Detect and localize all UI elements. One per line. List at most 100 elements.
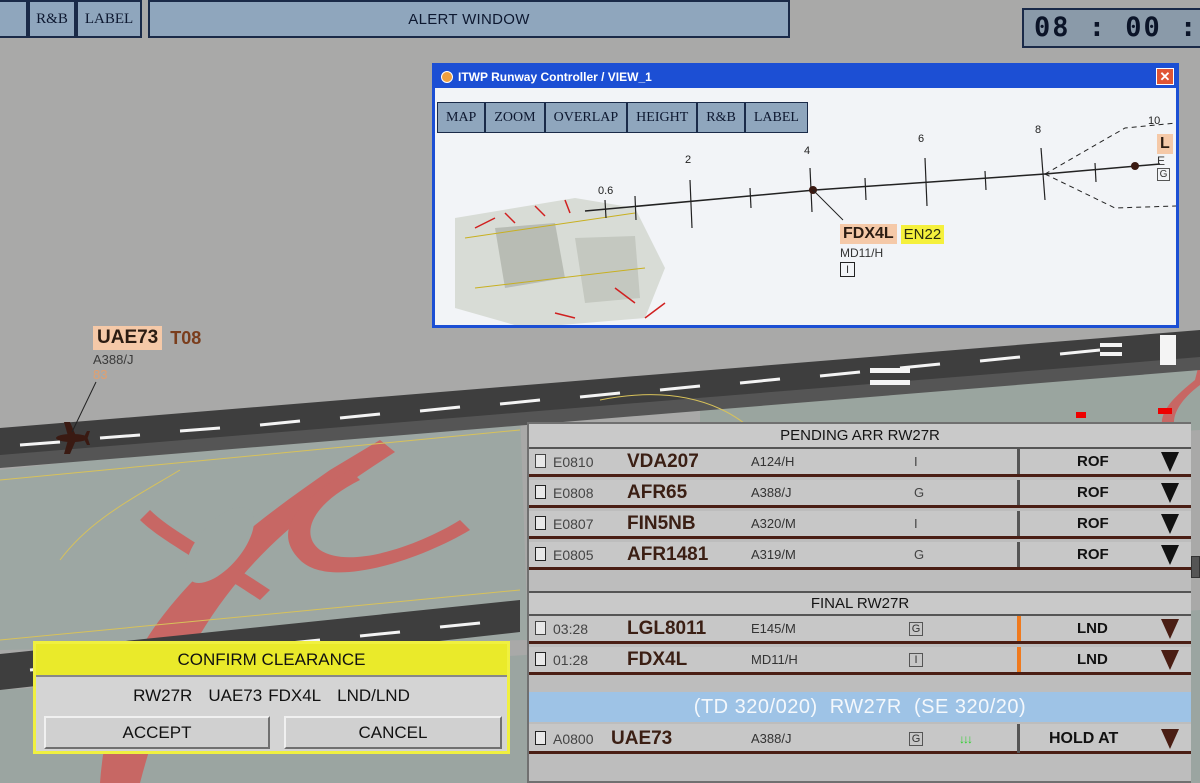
triangle-down-icon[interactable]: [1161, 449, 1179, 474]
view-box: I: [840, 262, 855, 277]
row-code: E0810: [553, 453, 594, 470]
triangle-down-icon[interactable]: [1161, 480, 1179, 505]
row-code: E0807: [553, 515, 594, 532]
row-type: A319/M: [751, 547, 796, 562]
pending-row[interactable]: E0807 FIN5NB A320/M I ROF: [529, 511, 1191, 539]
close-icon[interactable]: ✕: [1156, 68, 1174, 85]
row-checkbox[interactable]: [535, 621, 546, 635]
row-mark-box: G: [909, 616, 923, 641]
svg-text:0.6: 0.6: [598, 185, 613, 197]
row-type: MD11/H: [751, 652, 798, 667]
label-button[interactable]: LABEL: [76, 0, 142, 38]
view-tag: EN22: [900, 224, 945, 244]
radar-aircraft-label[interactable]: UAE73 T08 A388/J 83: [93, 326, 201, 382]
row-mark-box: G: [909, 724, 923, 753]
itwp-titlebar[interactable]: ITWP Runway Controller / VIEW_1 ✕: [435, 66, 1176, 88]
row-code: 01:28: [553, 651, 589, 668]
confirm-callsign2: FDX4L: [268, 686, 322, 705]
itwp-window[interactable]: ITWP Runway Controller / VIEW_1 ✕ MAP ZO…: [432, 63, 1179, 328]
airport-ground-map: [455, 198, 666, 325]
clock: 08 : 00 : 30: [1022, 8, 1200, 48]
pending-header: PENDING ARR RW27R: [529, 424, 1191, 449]
triangle-down-icon[interactable]: [1161, 511, 1179, 536]
row-mark: I: [914, 454, 918, 469]
descent-arrows-icon: ↓↓↓: [959, 731, 973, 746]
radar-callsign[interactable]: UAE73: [93, 326, 163, 350]
app-icon: [441, 71, 453, 83]
row-status[interactable]: HOLD AT: [1049, 724, 1118, 753]
toolbar-button-partial[interactable]: [0, 0, 28, 38]
row-status[interactable]: LND: [1077, 647, 1108, 672]
row-status[interactable]: ROF: [1077, 480, 1109, 505]
row-checkbox[interactable]: [535, 485, 546, 499]
accept-button[interactable]: ACCEPT: [44, 716, 270, 749]
row-type: A388/J: [751, 485, 792, 500]
row-type: A388/J: [751, 731, 792, 746]
row-mark: I: [914, 516, 918, 531]
row-callsign[interactable]: AFR1481: [627, 542, 708, 567]
final-indicator: [1017, 647, 1021, 672]
triangle-down-icon[interactable]: [1161, 616, 1179, 641]
view-aircraft-label[interactable]: FDX4L EN22 MD11/H I: [840, 224, 945, 277]
row-type: E145/M: [751, 621, 796, 636]
alert-window-label: ALERT WINDOW: [408, 10, 530, 28]
svg-text:2: 2: [685, 154, 691, 166]
row-mark-box: I: [909, 647, 923, 672]
row-status[interactable]: ROF: [1077, 449, 1109, 474]
stop-bar: [1158, 408, 1172, 414]
final-row[interactable]: 03:28 LGL8011 E145/M G LND: [529, 616, 1191, 644]
row-checkbox[interactable]: [535, 731, 546, 745]
final-header: FINAL RW27R: [529, 591, 1191, 616]
radar-type: A388/J: [93, 352, 134, 367]
fdx4l-leader: [812, 189, 844, 221]
radar-tag: T08: [170, 327, 202, 348]
row-mark: G: [914, 485, 925, 500]
triangle-down-icon[interactable]: [1161, 542, 1179, 567]
row-status[interactable]: ROF: [1077, 542, 1109, 567]
row-mark: G: [914, 547, 925, 562]
row-checkbox[interactable]: [535, 547, 546, 561]
confirm-runway: RW27R: [133, 686, 193, 705]
row-code: E0808: [553, 484, 594, 501]
final-row[interactable]: 01:28 FDX4L MD11/H I LND: [529, 647, 1191, 675]
row-callsign[interactable]: VDA207: [627, 449, 699, 474]
alert-window[interactable]: ALERT WINDOW: [148, 0, 790, 38]
final-indicator: [1017, 616, 1021, 641]
confirm-callsign1: UAE73: [208, 686, 263, 705]
edge-aircraft-label: L E G: [1157, 134, 1173, 181]
hold-row[interactable]: A0800 UAE73 A388/J G ↓↓↓ HOLD AT: [529, 724, 1191, 754]
confirm-title: CONFIRM CLEARANCE: [36, 644, 507, 677]
svg-text:10: 10: [1148, 115, 1160, 127]
panel-edge-tab[interactable]: [1191, 556, 1200, 578]
svg-text:4: 4: [804, 145, 810, 157]
triangle-down-icon[interactable]: [1161, 724, 1179, 753]
rb-button[interactable]: R&B: [28, 0, 76, 38]
row-code: E0805: [553, 546, 594, 563]
cancel-button[interactable]: CANCEL: [284, 716, 502, 749]
pending-row[interactable]: E0805 AFR1481 A319/M G ROF: [529, 542, 1191, 570]
svg-text:6: 6: [918, 133, 924, 145]
approach-view: 0.6 2 4 6 8 10: [455, 115, 1176, 325]
row-callsign[interactable]: AFR65: [627, 480, 687, 505]
row-callsign[interactable]: UAE73: [611, 724, 672, 753]
row-checkbox[interactable]: [535, 516, 546, 530]
arrival-panel: PENDING ARR RW27R E0810 VDA207 A124/H I …: [527, 422, 1191, 783]
row-checkbox[interactable]: [535, 454, 546, 468]
row-status[interactable]: ROF: [1077, 511, 1109, 536]
row-callsign[interactable]: LGL8011: [627, 616, 706, 641]
row-code: 03:28: [553, 620, 589, 637]
row-callsign[interactable]: FIN5NB: [627, 511, 696, 536]
pending-row[interactable]: E0810 VDA207 A124/H I ROF: [529, 449, 1191, 477]
view-callsign[interactable]: FDX4L: [840, 224, 897, 244]
row-checkbox[interactable]: [535, 652, 546, 666]
row-callsign[interactable]: FDX4L: [627, 647, 687, 672]
confirm-clearance-dialog: CONFIRM CLEARANCE RW27R UAE73 FDX4L LND/…: [33, 641, 510, 754]
pending-row[interactable]: E0808 AFR65 A388/J G ROF: [529, 480, 1191, 508]
row-code: A0800: [553, 730, 594, 747]
confirm-details: RW27R UAE73 FDX4L LND/LND: [36, 680, 507, 712]
scale-labels: 0.6 2 4 6 8 10: [598, 115, 1160, 197]
triangle-down-icon[interactable]: [1161, 647, 1179, 672]
td-banner: (TD 320/020) RW27R (SE 320/20): [529, 692, 1191, 722]
row-status[interactable]: LND: [1077, 616, 1108, 641]
row-type: A124/H: [751, 454, 795, 469]
